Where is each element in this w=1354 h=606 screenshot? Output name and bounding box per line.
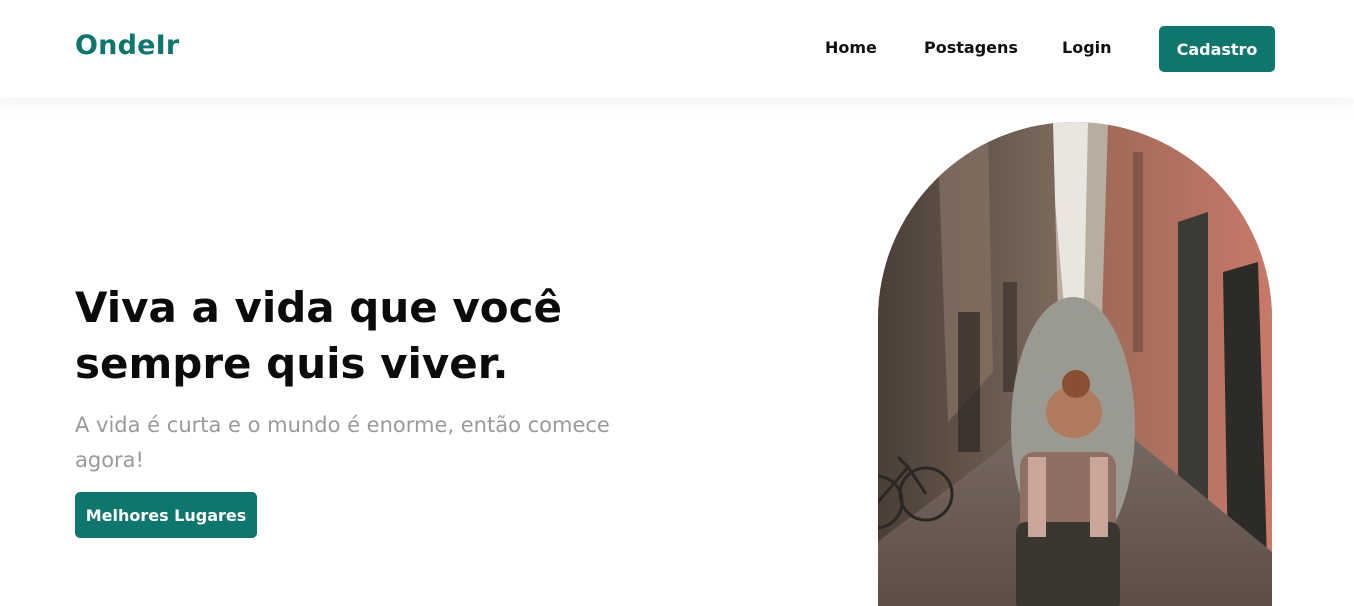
hero-title: Viva a vida que você sempre quis viver. bbox=[75, 283, 562, 388]
hero-subtitle: A vida é curta e o mundo é enorme, então… bbox=[75, 413, 610, 472]
nav-link-home[interactable]: Home bbox=[825, 38, 877, 57]
nav-link-postagens[interactable]: Postagens bbox=[924, 38, 1018, 57]
hero-photo-alley-traveler bbox=[878, 122, 1272, 606]
navbar: OndeIr Home Postagens Login Cadastro bbox=[0, 0, 1354, 98]
brand-logo[interactable]: OndeIr bbox=[75, 30, 179, 61]
nav-link-login[interactable]: Login bbox=[1062, 38, 1112, 57]
cadastro-button[interactable]: Cadastro bbox=[1159, 26, 1275, 72]
best-places-button[interactable]: Melhores Lugares bbox=[75, 492, 257, 538]
traveler-figure bbox=[1011, 297, 1135, 606]
alley-illustration bbox=[878, 122, 1272, 606]
